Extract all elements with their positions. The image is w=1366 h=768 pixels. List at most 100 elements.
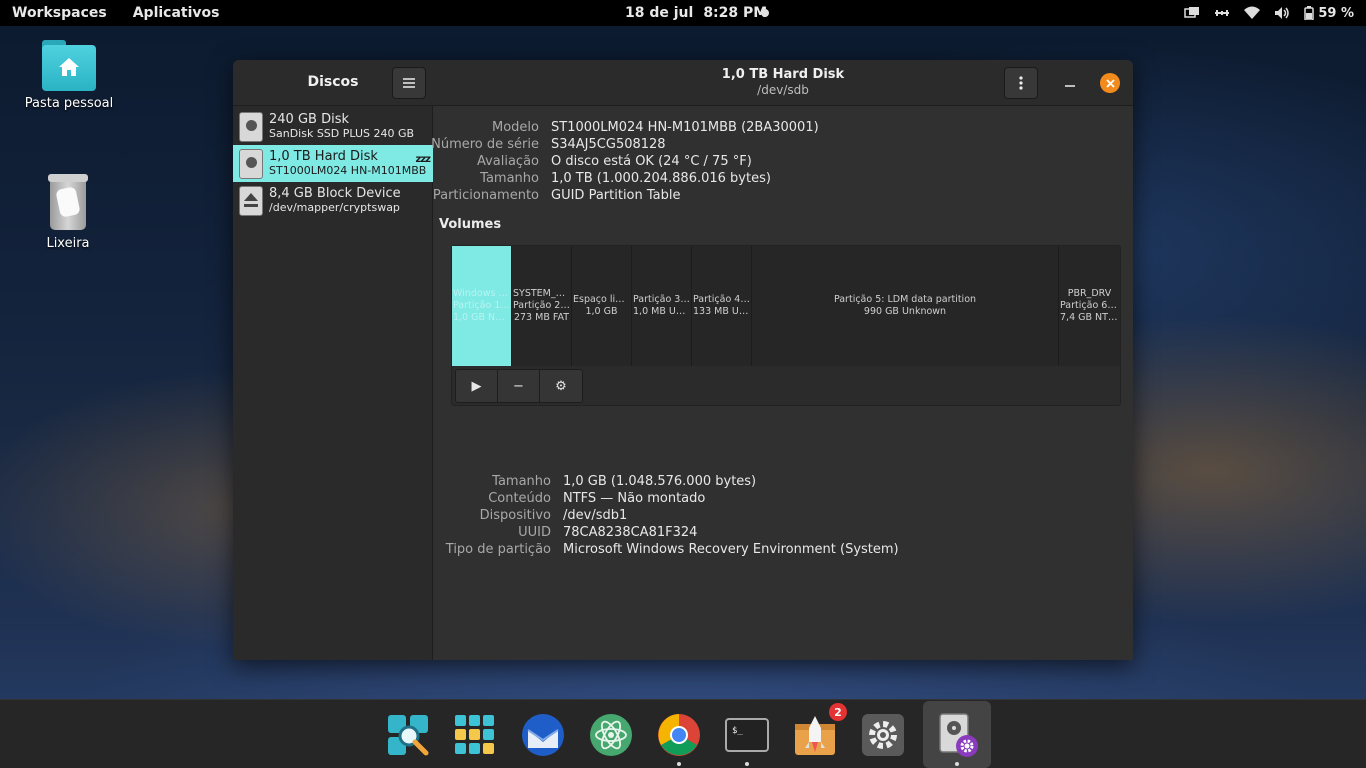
info-key: Modelo [492,120,539,135]
info-key: Dispositivo [479,508,551,523]
info-value: ST1000LM024 HN-M101MBB (2BA30001) [551,120,819,135]
info-key: Tipo de partição [445,542,551,557]
partition-label: Partição 4:... [693,294,750,305]
partition-bar: Windows RE Partição 1:... 1,0 GB NTFS SY… [452,246,1120,366]
home-folder-label: Pasta pessoal [24,96,114,111]
partition-label: PBR_DRV [1067,288,1112,299]
info-value: 1,0 GB (1.048.576.000 bytes) [563,474,757,489]
minimize-icon [1065,85,1075,87]
partition-label: Espaço livre [573,294,630,305]
info-key: Tamanho [480,171,539,186]
disks-window: Discos 1,0 TB Hard Disk /dev/sdb 240 GB … [233,60,1133,660]
info-value: GUID Partition Table [551,188,681,203]
desktop-home-folder[interactable]: Pasta pessoal [19,40,119,111]
volume-toolbar: ▶ − ⚙ [455,369,583,403]
partition-label: 990 GB Unknown [863,306,947,317]
chrome-icon[interactable] [656,712,702,758]
clock[interactable]: 18 de jul 8:28 PM [625,5,767,21]
trash-icon [46,174,90,230]
partition-1[interactable]: Windows RE Partição 1:... 1,0 GB NTFS [452,246,512,366]
trash-label: Lixeira [46,236,90,251]
info-key: Tamanho [492,474,551,489]
battery-indicator[interactable]: 59 % [1304,6,1354,21]
screen-icon[interactable] [1184,6,1200,20]
battery-icon [1304,6,1315,20]
app-menu-button[interactable] [392,67,426,99]
disk-menu-button[interactable] [1004,67,1038,99]
partition-label: Partição 1:... [453,300,510,311]
disks-app-icon[interactable] [934,712,980,758]
info-value: Microsoft Windows Recovery Environment (… [563,542,899,557]
partition-label: 1,0 GB [585,306,618,317]
svg-text:$_: $_ [732,726,743,736]
partition-label: SYSTEM_D... [513,288,570,299]
appcenter-update-badge: 2 [829,703,847,721]
info-value: S34AJ5CG508128 [551,137,666,152]
partition-3[interactable]: Partição 3:... 1,0 MB Un... [632,246,692,366]
terminal-icon[interactable]: $_ [724,712,770,758]
partition-label: Partição 2:... [513,300,570,311]
running-indicator [955,762,959,766]
home-folder-icon [42,40,96,91]
partition-6[interactable]: PBR_DRV Partição 6: ... 7,4 GB NTFS [1059,246,1120,366]
workspaces-button[interactable]: Workspaces [12,5,107,21]
appcenter-icon[interactable] [792,712,838,758]
running-indicator [677,762,681,766]
gear-icon: ⚙ [555,378,567,394]
play-icon: ▶ [471,378,482,394]
partition-label: Partição 5: LDM data partition [833,294,977,305]
volume-icon[interactable] [1274,6,1290,20]
partition-2[interactable]: SYSTEM_D... Partição 2:... 273 MB FAT [512,246,572,366]
info-key: Conteúdo [488,491,551,506]
hard-disk-icon [239,148,263,179]
running-indicator [745,762,749,766]
minimize-button[interactable] [1060,74,1080,94]
volumes-heading: Volumes [439,217,502,232]
desktop-trash[interactable]: Lixeira [18,174,118,251]
info-value: /dev/sdb1 [563,508,628,523]
partition-label: Partição 6: ... [1060,300,1119,311]
network-wired-icon[interactable] [1214,6,1230,20]
info-value: 1,0 TB (1.000.204.886.016 bytes) [551,171,771,186]
partition-label: 133 MB Un... [693,306,750,317]
partition-label: 1,0 GB NTFS [453,312,510,323]
info-value: O disco está OK (24 °C / 75 °F) [551,154,752,169]
info-key: Número de série [431,137,539,152]
info-key: UUID [518,525,551,540]
eject-drive-icon [239,185,263,216]
partition-5[interactable]: Partição 5: LDM data partition 990 GB Un… [752,246,1059,366]
battery-percent: 59 % [1318,5,1354,21]
partition-label: 7,4 GB NTFS [1060,312,1119,323]
hard-disk-icon [239,111,263,142]
search-app-icon[interactable] [385,712,431,758]
applications-menu[interactable]: Aplicativos [133,5,220,21]
partition-label: Windows RE [453,288,510,299]
free-space[interactable]: Espaço livre 1,0 GB [572,246,632,366]
date-label: 18 de jul [625,5,694,21]
thunderbird-icon[interactable] [520,712,566,758]
hamburger-icon [403,78,415,88]
info-key: Avaliação [476,154,539,169]
partition-label: 1,0 MB Un... [633,306,690,317]
close-icon [1105,78,1115,88]
delete-partition-button[interactable]: − [498,370,540,402]
wifi-icon[interactable] [1244,6,1261,20]
volumes-panel: Windows RE Partição 1:... 1,0 GB NTFS SY… [451,245,1121,406]
app-grid-icon[interactable] [452,712,498,758]
disk-details: Modelo ST1000LM024 HN-M101MBB (2BA30001)… [431,106,1133,660]
minus-icon: − [513,378,524,394]
partition-label: 273 MB FAT [513,312,570,323]
atom-icon[interactable] [588,712,634,758]
settings-icon[interactable] [860,712,906,758]
info-value: NTFS — Não montado [563,491,706,506]
info-key: Particionamento [432,188,539,203]
partition-label: Partição 3:... [633,294,690,305]
close-button[interactable] [1100,73,1120,93]
info-value: 78CA8238CA81F324 [563,525,698,540]
partition-4[interactable]: Partição 4:... 133 MB Un... [692,246,752,366]
window-header: Discos 1,0 TB Hard Disk /dev/sdb [233,60,1133,106]
kebab-menu-icon [1019,76,1023,90]
partition-options-button[interactable]: ⚙ [540,370,582,402]
mount-button[interactable]: ▶ [456,370,498,402]
time-label: 8:28 PM [703,5,768,21]
